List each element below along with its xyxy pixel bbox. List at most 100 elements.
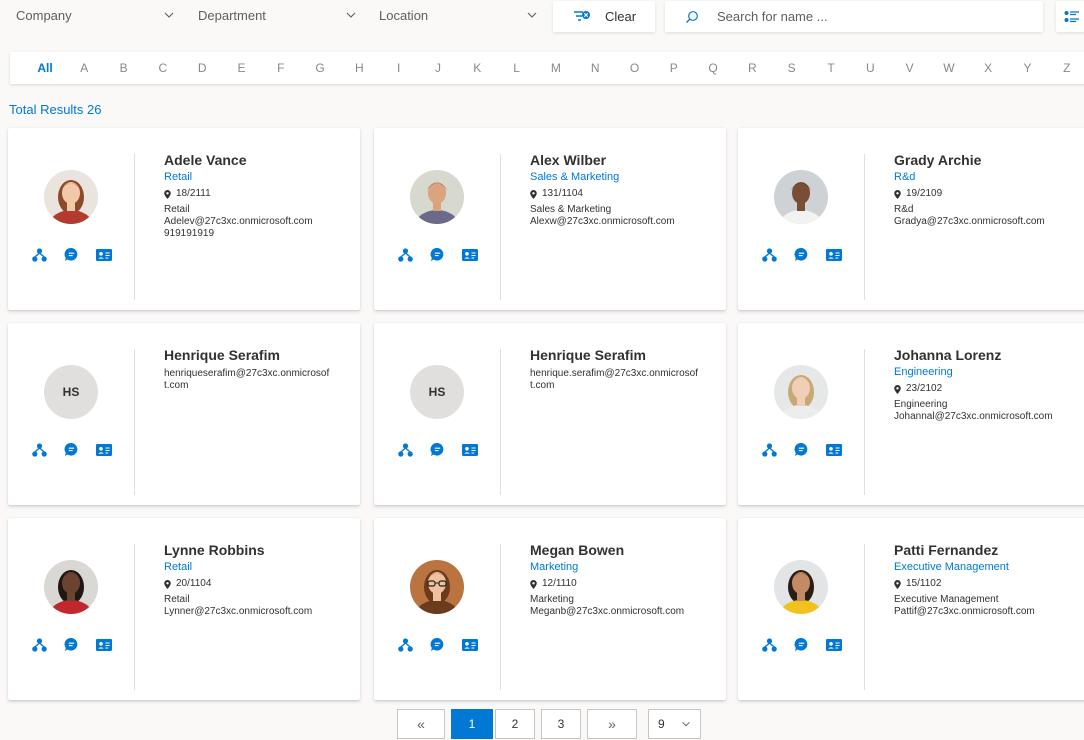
alphabet-letter-g[interactable]: G [310, 52, 330, 84]
person-card[interactable]: HS Henrique Serafim henriqueserafim@27c3x… [8, 323, 360, 505]
alphabet-letter-j[interactable]: J [428, 52, 448, 84]
location-dropdown[interactable]: Location [379, 0, 539, 30]
person-name[interactable]: Adele Vance [164, 152, 334, 169]
person-name[interactable]: Henrique Serafim [530, 347, 700, 364]
chat-icon[interactable] [793, 441, 810, 458]
chat-icon[interactable] [63, 246, 80, 263]
alphabet-letter-q[interactable]: Q [703, 52, 723, 84]
person-card[interactable]: Alex Wilber Sales & Marketing 131/1104 Sa… [374, 128, 726, 310]
org-chart-icon[interactable] [761, 441, 778, 458]
person-location: 131/1104 [530, 188, 700, 200]
person-name[interactable]: Alex Wilber [530, 152, 700, 169]
alphabet-letter-s[interactable]: S [782, 52, 802, 84]
contact-card-icon[interactable] [95, 246, 112, 263]
person-name[interactable]: Megan Bowen [530, 542, 700, 559]
company-dropdown[interactable]: Company [16, 0, 176, 30]
alphabet-letter-m[interactable]: M [546, 52, 566, 84]
alphabet-letter-h[interactable]: H [349, 52, 369, 84]
department-dropdown[interactable]: Department [198, 0, 358, 30]
location-text: 12/1110 [542, 578, 577, 589]
org-chart-icon[interactable] [31, 441, 48, 458]
alphabet-letter-b[interactable]: B [114, 52, 134, 84]
org-chart-icon[interactable] [31, 246, 48, 263]
alphabet-letter-p[interactable]: P [664, 52, 684, 84]
person-card[interactable]: Patti Fernandez Executive Management 15/1… [738, 518, 1084, 700]
chat-icon[interactable] [429, 441, 446, 458]
person-name[interactable]: Henrique Serafim [164, 347, 334, 364]
person-card[interactable]: Adele Vance Retail 18/2111 Retail Adelev@… [8, 128, 360, 310]
alphabet-letter-v[interactable]: V [900, 52, 920, 84]
page-size-dropdown[interactable]: 9 [648, 709, 701, 739]
search-input[interactable] [717, 9, 1017, 24]
location-text: 15/1102 [906, 578, 942, 589]
last-page-button[interactable]: » [587, 709, 637, 739]
org-chart-icon[interactable] [31, 636, 48, 653]
page-button-3[interactable]: 3 [541, 709, 581, 739]
clear-filters-button[interactable]: Clear [553, 1, 655, 32]
org-chart-icon[interactable] [397, 636, 414, 653]
location-pin-icon [894, 189, 901, 199]
alphabet-letter-k[interactable]: K [467, 52, 487, 84]
avatar [774, 560, 828, 614]
person-card[interactable]: Lynne Robbins Retail 20/1104 Retail Lynne… [8, 518, 360, 700]
org-chart-icon[interactable] [397, 246, 414, 263]
alphabet-letter-z[interactable]: Z [1057, 52, 1077, 84]
alphabet-letter-all[interactable]: All [35, 52, 55, 84]
alphabet-letter-e[interactable]: E [232, 52, 252, 84]
view-toggle-button[interactable] [1056, 1, 1084, 32]
alphabet-letter-u[interactable]: U [860, 52, 880, 84]
card-divider [134, 544, 135, 690]
avatar-initials: HS [410, 365, 464, 419]
contact-card-icon[interactable] [825, 246, 842, 263]
page-button-2[interactable]: 2 [495, 709, 535, 739]
person-department: Executive Management [894, 561, 1009, 573]
alphabet-letter-o[interactable]: O [625, 52, 645, 84]
alphabet-letter-a[interactable]: A [74, 52, 94, 84]
contact-card-icon[interactable] [825, 441, 842, 458]
page-button-1[interactable]: 1 [451, 709, 493, 739]
chat-icon[interactable] [429, 636, 446, 653]
chat-icon[interactable] [63, 441, 80, 458]
alphabet-letter-n[interactable]: N [585, 52, 605, 84]
person-card[interactable]: HS Henrique Serafim henrique.serafim@27c3… [374, 323, 726, 505]
contact-card-icon[interactable] [461, 246, 478, 263]
alphabet-letter-y[interactable]: Y [1018, 52, 1038, 84]
chat-icon[interactable] [429, 246, 446, 263]
alphabet-letter-d[interactable]: D [192, 52, 212, 84]
chat-icon[interactable] [793, 636, 810, 653]
alphabet-letter-i[interactable]: I [389, 52, 409, 84]
alphabet-letter-w[interactable]: W [939, 52, 959, 84]
first-page-button[interactable]: « [397, 709, 445, 739]
alphabet-letter-f[interactable]: F [271, 52, 291, 84]
person-info: Lynne Robbins Retail 20/1104 Retail Lynne… [164, 542, 334, 618]
chat-icon[interactable] [63, 636, 80, 653]
person-card[interactable]: Johanna Lorenz Engineering 23/2102 Engine… [738, 323, 1084, 505]
person-card[interactable]: Grady Archie R&d 19/2109 R&d Gradya@27c3x… [738, 128, 1084, 310]
alphabet-letter-r[interactable]: R [742, 52, 762, 84]
location-dropdown-label: Location [379, 7, 429, 23]
contact-card-icon[interactable] [825, 636, 842, 653]
person-info: Adele Vance Retail 18/2111 Retail Adelev@… [164, 152, 334, 240]
contact-card-icon[interactable] [95, 636, 112, 653]
location-pin-icon [530, 579, 537, 589]
alphabet-letter-t[interactable]: T [821, 52, 841, 84]
search-box[interactable] [665, 1, 1043, 32]
person-card[interactable]: Megan Bowen Marketing 12/1110 Marketing M… [374, 518, 726, 700]
person-name[interactable]: Johanna Lorenz [894, 347, 1064, 364]
contact-card-icon[interactable] [95, 441, 112, 458]
person-info: Patti Fernandez Executive Management 15/1… [894, 542, 1064, 618]
search-icon [686, 10, 698, 23]
alphabet-letter-l[interactable]: L [507, 52, 527, 84]
org-chart-icon[interactable] [397, 441, 414, 458]
org-chart-icon[interactable] [761, 636, 778, 653]
location-text: 18/2111 [176, 188, 211, 199]
chat-icon[interactable] [793, 246, 810, 263]
person-name[interactable]: Lynne Robbins [164, 542, 334, 559]
alphabet-letter-c[interactable]: C [153, 52, 173, 84]
person-name[interactable]: Patti Fernandez [894, 542, 1064, 559]
alphabet-letter-x[interactable]: X [978, 52, 998, 84]
contact-card-icon[interactable] [461, 636, 478, 653]
contact-card-icon[interactable] [461, 441, 478, 458]
org-chart-icon[interactable] [761, 246, 778, 263]
person-name[interactable]: Grady Archie [894, 152, 1064, 169]
